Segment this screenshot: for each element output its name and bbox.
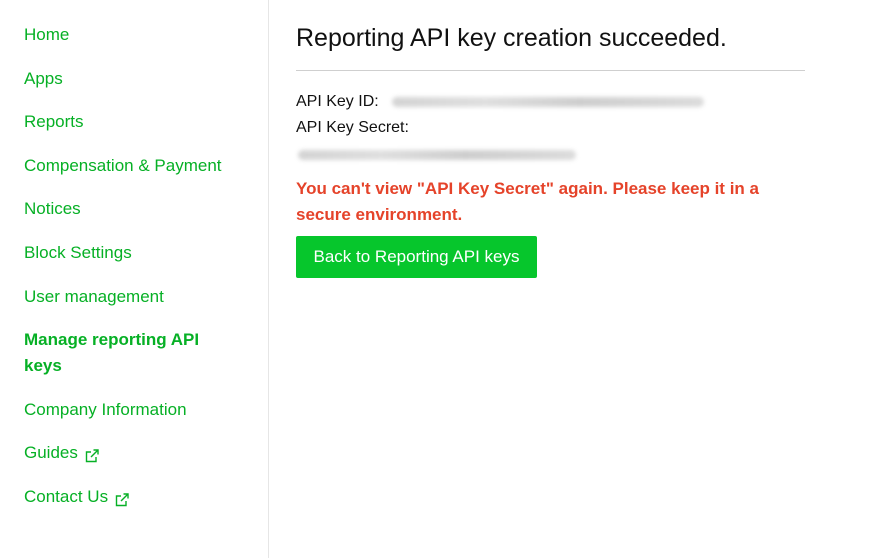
sidebar-item-label: Company Information <box>24 400 187 419</box>
external-link-icon <box>114 490 130 507</box>
page-title: Reporting API key creation succeeded. <box>296 24 727 52</box>
sidebar-item-label: Contact Us <box>24 487 109 506</box>
warning-message: You can't view "API Key Secret" again. P… <box>296 179 759 224</box>
sidebar-item-apps[interactable]: Apps <box>24 66 234 92</box>
external-link-icon <box>84 446 100 463</box>
sidebar: Home Apps Reports Compensation & Payment… <box>0 0 269 558</box>
api-key-secret-value-redacted <box>298 150 576 160</box>
back-to-reporting-api-keys-button[interactable]: Back to Reporting API keys <box>296 236 537 278</box>
api-key-secret-label: API Key Secret: <box>296 119 409 136</box>
sidebar-item-label: Block Settings <box>24 243 132 262</box>
sidebar-item-user-management[interactable]: User management <box>24 284 234 310</box>
sidebar-item-manage-reporting-api-keys[interactable]: Manage reporting API keys <box>24 327 234 379</box>
sidebar-item-compensation-payment[interactable]: Compensation & Payment <box>24 153 234 179</box>
sidebar-item-block-settings[interactable]: Block Settings <box>24 240 234 266</box>
api-key-id-label: API Key ID: <box>296 93 379 110</box>
sidebar-item-label: Compensation & Payment <box>24 156 222 175</box>
sidebar-item-label: Home <box>24 25 70 44</box>
main-content: Reporting API key creation succeeded. AP… <box>296 0 895 558</box>
sidebar-item-guides[interactable]: Guides <box>24 440 234 466</box>
sidebar-item-company-information[interactable]: Company Information <box>24 397 234 423</box>
api-key-id-value-redacted <box>392 97 704 107</box>
divider <box>296 70 805 71</box>
sidebar-item-reports[interactable]: Reports <box>24 109 234 135</box>
sidebar-item-label: Guides <box>24 443 78 462</box>
sidebar-item-notices[interactable]: Notices <box>24 196 234 222</box>
sidebar-item-contact-us[interactable]: Contact Us <box>24 484 234 510</box>
sidebar-item-label: Notices <box>24 199 81 218</box>
sidebar-item-label: Manage reporting API keys <box>24 330 200 375</box>
sidebar-item-label: Reports <box>24 112 84 131</box>
sidebar-item-label: User management <box>24 287 164 306</box>
sidebar-item-label: Apps <box>24 69 63 88</box>
sidebar-item-home[interactable]: Home <box>24 22 234 48</box>
